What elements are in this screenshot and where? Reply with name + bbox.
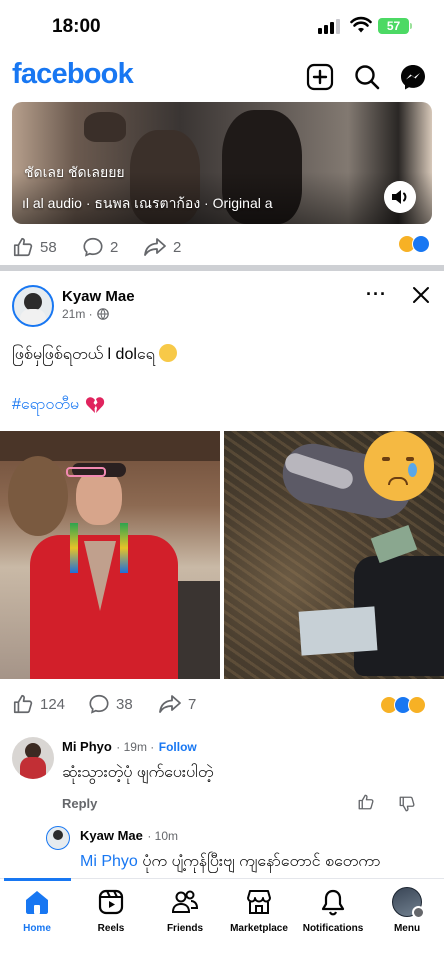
reel-video[interactable]: ชัดเลย ชัดเลยยย ıl al audio · ธนพล เณรตา… xyxy=(12,102,432,224)
menu-avatar-icon xyxy=(392,887,425,919)
comment-header: Mi Phyo · 19m · Follow xyxy=(62,738,197,756)
sad-sweat-emoji-icon xyxy=(159,344,178,362)
reel-audio[interactable]: ıl al audio · ธนพล เณรตาก้อง · Original … xyxy=(22,193,273,215)
reply-author[interactable]: Kyaw Mae xyxy=(80,828,143,843)
post-author[interactable]: Kyaw Mae xyxy=(62,288,135,305)
home-icon xyxy=(26,891,48,914)
comment-dislike-icon[interactable] xyxy=(398,795,416,813)
comment-stat[interactable]: 2 xyxy=(82,236,118,258)
comment-text: ဆုံးသွားတဲ့ပုံ ဖျက်ပေးပါတဲ့ xyxy=(62,764,214,781)
crying-emoji-icon xyxy=(364,431,434,501)
comment-like-icon[interactable] xyxy=(357,793,375,811)
share-icon xyxy=(144,238,166,256)
globe-icon xyxy=(96,308,109,320)
nav-friends[interactable]: Friends xyxy=(145,887,225,934)
author-avatar[interactable] xyxy=(12,285,54,327)
battery-indicator: 57 xyxy=(378,18,409,34)
section-divider xyxy=(0,265,444,271)
post-meta: 21m · xyxy=(62,307,109,321)
nav-home-label: Home xyxy=(23,923,51,934)
post-hashtag[interactable]: #ရောဝတီမ xyxy=(12,393,79,417)
friends-icon xyxy=(171,890,199,913)
reel-figure xyxy=(84,112,126,142)
post-share-stat[interactable]: 7 xyxy=(158,693,196,715)
cellular-signal-icon xyxy=(318,18,342,34)
nav-reels[interactable]: Reels xyxy=(71,887,151,934)
hashtag-line: #ရောဝတီမ xyxy=(12,393,105,417)
nav-menu-label: Menu xyxy=(393,923,421,934)
share-stat[interactable]: 2 xyxy=(143,236,181,258)
nav-marketplace[interactable]: Marketplace xyxy=(219,887,299,934)
broken-heart-icon xyxy=(86,397,105,413)
comment-author[interactable]: Mi Phyo xyxy=(62,739,112,754)
reply-text-line: Mi Phyo ပုံက ပျံ့ကုန်ပြီးဗျ ကျနော်တောင် … xyxy=(80,850,380,874)
reply-text: ပုံက ပျံ့ကုန်ပြီးဗျ ကျနော်တောင် စတေကာ xyxy=(142,853,381,870)
battery-nub xyxy=(410,23,412,29)
share-icon xyxy=(159,695,181,713)
post-like-stat[interactable]: 124 xyxy=(12,693,65,715)
app-header: facebook xyxy=(0,52,444,100)
bottom-navigation: Home Reels Friends Marketplace Notificat… xyxy=(0,878,444,960)
reel-audio-label: al audio · ธนพล เณรตาก้อง · Original a xyxy=(32,195,273,211)
status-bar: 18:00 57 xyxy=(0,0,444,52)
like-count: 58 xyxy=(40,238,57,256)
reel-stats-row: 58 2 2 xyxy=(0,231,444,263)
like-icon xyxy=(13,237,33,257)
post-comment-count: 38 xyxy=(116,695,133,713)
post-time: 21m · xyxy=(62,307,93,321)
wow-reaction-icon xyxy=(408,696,426,714)
nav-notifications-label: Notifications xyxy=(302,923,364,934)
post-photo-1[interactable] xyxy=(0,431,220,679)
marketplace-icon xyxy=(247,890,271,914)
comment-icon xyxy=(83,237,103,257)
sound-toggle-icon[interactable] xyxy=(384,181,416,213)
add-icon[interactable] xyxy=(306,63,334,91)
messenger-icon[interactable] xyxy=(399,63,427,91)
bell-icon xyxy=(321,889,345,916)
nav-marketplace-label: Marketplace xyxy=(230,923,288,934)
search-icon[interactable] xyxy=(353,63,381,91)
more-options-icon[interactable]: ··· xyxy=(366,284,386,304)
nav-home[interactable]: Home xyxy=(0,887,77,934)
like-stat[interactable]: 58 xyxy=(12,236,57,258)
reaction-summary[interactable] xyxy=(398,235,430,253)
nav-friends-label: Friends xyxy=(166,923,204,934)
comment-count: 2 xyxy=(110,238,119,256)
post-text: ဖြစ်မှဖြစ်ရတယ် l dolရေ xyxy=(12,343,178,367)
reel-caption: ชัดเลย ชัดเลยยย xyxy=(24,164,125,180)
active-tab-indicator xyxy=(4,878,71,881)
post-comment-stat[interactable]: 38 xyxy=(88,693,133,715)
like-reaction-icon xyxy=(412,235,430,253)
reply-mention[interactable]: Mi Phyo xyxy=(80,853,138,870)
reels-icon xyxy=(98,889,124,915)
commenter-avatar[interactable] xyxy=(12,737,54,779)
audio-wave-icon: ıl xyxy=(22,195,33,211)
comment-icon xyxy=(89,694,109,714)
follow-button[interactable]: Follow xyxy=(159,740,197,754)
status-time: 18:00 xyxy=(52,16,101,37)
post-like-count: 124 xyxy=(40,695,66,713)
close-icon[interactable] xyxy=(412,286,430,304)
nav-menu[interactable]: Menu xyxy=(367,887,444,934)
nav-notifications[interactable]: Notifications xyxy=(293,887,373,934)
post-photo-2[interactable] xyxy=(224,431,444,679)
post-reaction-summary[interactable] xyxy=(380,696,426,714)
post-stats-row: 124 38 7 xyxy=(0,688,444,720)
reply-author-avatar[interactable] xyxy=(46,826,70,850)
reply-button[interactable]: Reply xyxy=(62,796,97,811)
post-text-body: ဖြစ်မှဖြစ်ရတယ် l dolရေ xyxy=(12,346,155,363)
facebook-logo[interactable]: facebook xyxy=(12,58,134,91)
comment-time: · 19m · xyxy=(116,740,155,754)
share-count: 2 xyxy=(173,238,182,256)
reply-header: Kyaw Mae · 10m xyxy=(80,827,178,845)
like-icon xyxy=(13,694,33,714)
wifi-icon xyxy=(350,16,372,33)
nav-reels-label: Reels xyxy=(97,923,125,934)
reply-time: · 10m xyxy=(147,829,179,843)
post-share-count: 7 xyxy=(188,695,197,713)
